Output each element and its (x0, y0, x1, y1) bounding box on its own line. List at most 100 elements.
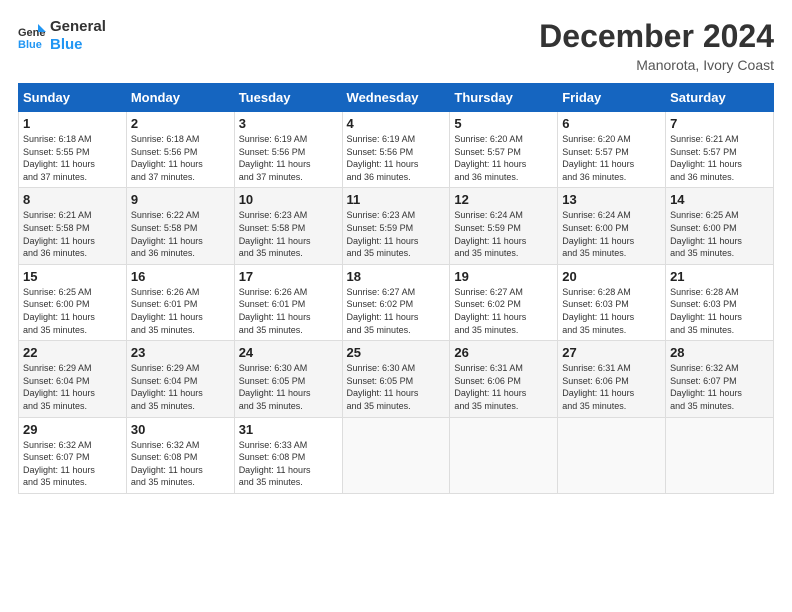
day-number: 30 (131, 422, 230, 437)
day-number: 21 (670, 269, 769, 284)
calendar-cell: 29 Sunrise: 6:32 AM Sunset: 6:07 PM Dayli… (19, 417, 127, 493)
day-info: Sunrise: 6:28 AM Sunset: 6:03 PM Dayligh… (562, 286, 661, 336)
logo-icon: General Blue (18, 22, 46, 50)
day-number: 13 (562, 192, 661, 207)
day-info: Sunrise: 6:32 AM Sunset: 6:07 PM Dayligh… (23, 439, 122, 489)
calendar-cell (666, 417, 774, 493)
day-info: Sunrise: 6:27 AM Sunset: 6:02 PM Dayligh… (347, 286, 446, 336)
day-number: 19 (454, 269, 553, 284)
calendar-week-row: 8 Sunrise: 6:21 AM Sunset: 5:58 PM Daylig… (19, 188, 774, 264)
day-number: 24 (239, 345, 338, 360)
calendar-cell: 23Sunrise: 6:29 AM Sunset: 6:04 PM Dayli… (126, 341, 234, 417)
day-info: Sunrise: 6:20 AM Sunset: 5:57 PM Dayligh… (454, 133, 553, 183)
calendar-cell (342, 417, 450, 493)
day-number: 16 (131, 269, 230, 284)
calendar-cell: 6 Sunrise: 6:20 AM Sunset: 5:57 PM Daylig… (558, 112, 666, 188)
day-number: 8 (23, 192, 122, 207)
calendar-cell: 11 Sunrise: 6:23 AM Sunset: 5:59 PM Dayli… (342, 188, 450, 264)
calendar-cell (450, 417, 558, 493)
day-number: 6 (562, 116, 661, 131)
logo-general: General (50, 18, 106, 36)
day-info: Sunrise: 6:30 AM Sunset: 6:05 PM Dayligh… (239, 362, 338, 412)
day-info: Sunrise: 6:32 AM Sunset: 6:07 PM Dayligh… (670, 362, 769, 412)
calendar-cell: 9Sunrise: 6:22 AM Sunset: 5:58 PM Daylig… (126, 188, 234, 264)
day-info: Sunrise: 6:23 AM Sunset: 5:58 PM Dayligh… (239, 209, 338, 259)
calendar-cell: 5 Sunrise: 6:20 AM Sunset: 5:57 PM Daylig… (450, 112, 558, 188)
calendar-cell: 18 Sunrise: 6:27 AM Sunset: 6:02 PM Dayli… (342, 264, 450, 340)
calendar-cell: 22 Sunrise: 6:29 AM Sunset: 6:04 PM Dayli… (19, 341, 127, 417)
calendar-cell: 4Sunrise: 6:19 AM Sunset: 5:56 PM Daylig… (342, 112, 450, 188)
day-header-wednesday: Wednesday (342, 84, 450, 112)
day-number: 12 (454, 192, 553, 207)
calendar-cell: 13Sunrise: 6:24 AM Sunset: 6:00 PM Dayli… (558, 188, 666, 264)
day-number: 28 (670, 345, 769, 360)
calendar-cell: 19 Sunrise: 6:27 AM Sunset: 6:02 PM Dayli… (450, 264, 558, 340)
calendar-week-row: 1 Sunrise: 6:18 AM Sunset: 5:55 PM Daylig… (19, 112, 774, 188)
day-number: 3 (239, 116, 338, 131)
calendar-cell: 2Sunrise: 6:18 AM Sunset: 5:56 PM Daylig… (126, 112, 234, 188)
day-number: 11 (347, 192, 446, 207)
calendar-week-row: 22 Sunrise: 6:29 AM Sunset: 6:04 PM Dayli… (19, 341, 774, 417)
logo-blue: Blue (50, 36, 106, 54)
day-info: Sunrise: 6:18 AM Sunset: 5:55 PM Dayligh… (23, 133, 122, 183)
calendar-cell: 20 Sunrise: 6:28 AM Sunset: 6:03 PM Dayli… (558, 264, 666, 340)
day-info: Sunrise: 6:30 AM Sunset: 6:05 PM Dayligh… (347, 362, 446, 412)
day-info: Sunrise: 6:22 AM Sunset: 5:58 PM Dayligh… (131, 209, 230, 259)
day-number: 27 (562, 345, 661, 360)
day-header-sunday: Sunday (19, 84, 127, 112)
calendar-cell: 12Sunrise: 6:24 AM Sunset: 5:59 PM Dayli… (450, 188, 558, 264)
day-number: 22 (23, 345, 122, 360)
day-info: Sunrise: 6:27 AM Sunset: 6:02 PM Dayligh… (454, 286, 553, 336)
month-title: December 2024 (539, 18, 774, 55)
calendar-cell: 15Sunrise: 6:25 AM Sunset: 6:00 PM Dayli… (19, 264, 127, 340)
day-number: 1 (23, 116, 122, 131)
day-number: 20 (562, 269, 661, 284)
day-info: Sunrise: 6:26 AM Sunset: 6:01 PM Dayligh… (239, 286, 338, 336)
calendar-cell (558, 417, 666, 493)
day-number: 31 (239, 422, 338, 437)
calendar-cell: 25 Sunrise: 6:30 AM Sunset: 6:05 PM Dayli… (342, 341, 450, 417)
calendar-cell: 16 Sunrise: 6:26 AM Sunset: 6:01 PM Dayli… (126, 264, 234, 340)
calendar-cell: 30 Sunrise: 6:32 AM Sunset: 6:08 PM Dayli… (126, 417, 234, 493)
day-header-friday: Friday (558, 84, 666, 112)
header: General Blue General Blue December 2024 … (18, 18, 774, 73)
day-header-monday: Monday (126, 84, 234, 112)
calendar-cell: 10 Sunrise: 6:23 AM Sunset: 5:58 PM Dayli… (234, 188, 342, 264)
day-info: Sunrise: 6:21 AM Sunset: 5:58 PM Dayligh… (23, 209, 122, 259)
day-info: Sunrise: 6:20 AM Sunset: 5:57 PM Dayligh… (562, 133, 661, 183)
calendar-cell: 27Sunrise: 6:31 AM Sunset: 6:06 PM Dayli… (558, 341, 666, 417)
calendar-cell: 31Sunrise: 6:33 AM Sunset: 6:08 PM Dayli… (234, 417, 342, 493)
day-info: Sunrise: 6:25 AM Sunset: 6:00 PM Dayligh… (23, 286, 122, 336)
day-info: Sunrise: 6:29 AM Sunset: 6:04 PM Dayligh… (131, 362, 230, 412)
calendar-header-row: SundayMondayTuesdayWednesdayThursdayFrid… (19, 84, 774, 112)
day-number: 29 (23, 422, 122, 437)
day-number: 10 (239, 192, 338, 207)
day-info: Sunrise: 6:25 AM Sunset: 6:00 PM Dayligh… (670, 209, 769, 259)
day-info: Sunrise: 6:26 AM Sunset: 6:01 PM Dayligh… (131, 286, 230, 336)
calendar-cell: 1 Sunrise: 6:18 AM Sunset: 5:55 PM Daylig… (19, 112, 127, 188)
day-number: 25 (347, 345, 446, 360)
day-header-tuesday: Tuesday (234, 84, 342, 112)
day-header-saturday: Saturday (666, 84, 774, 112)
day-number: 7 (670, 116, 769, 131)
day-info: Sunrise: 6:19 AM Sunset: 5:56 PM Dayligh… (347, 133, 446, 183)
day-number: 5 (454, 116, 553, 131)
day-number: 18 (347, 269, 446, 284)
calendar-cell: 8 Sunrise: 6:21 AM Sunset: 5:58 PM Daylig… (19, 188, 127, 264)
day-number: 26 (454, 345, 553, 360)
day-info: Sunrise: 6:32 AM Sunset: 6:08 PM Dayligh… (131, 439, 230, 489)
day-info: Sunrise: 6:21 AM Sunset: 5:57 PM Dayligh… (670, 133, 769, 183)
location-subtitle: Manorota, Ivory Coast (539, 57, 774, 73)
day-info: Sunrise: 6:29 AM Sunset: 6:04 PM Dayligh… (23, 362, 122, 412)
calendar-cell: 21 Sunrise: 6:28 AM Sunset: 6:03 PM Dayli… (666, 264, 774, 340)
day-info: Sunrise: 6:28 AM Sunset: 6:03 PM Dayligh… (670, 286, 769, 336)
calendar-cell: 24 Sunrise: 6:30 AM Sunset: 6:05 PM Dayli… (234, 341, 342, 417)
day-info: Sunrise: 6:23 AM Sunset: 5:59 PM Dayligh… (347, 209, 446, 259)
calendar-week-row: 29 Sunrise: 6:32 AM Sunset: 6:07 PM Dayli… (19, 417, 774, 493)
day-header-thursday: Thursday (450, 84, 558, 112)
calendar-cell: 7 Sunrise: 6:21 AM Sunset: 5:57 PM Daylig… (666, 112, 774, 188)
day-info: Sunrise: 6:19 AM Sunset: 5:56 PM Dayligh… (239, 133, 338, 183)
logo: General Blue General Blue (18, 18, 106, 54)
calendar-cell: 28 Sunrise: 6:32 AM Sunset: 6:07 PM Dayli… (666, 341, 774, 417)
calendar-cell: 3 Sunrise: 6:19 AM Sunset: 5:56 PM Daylig… (234, 112, 342, 188)
